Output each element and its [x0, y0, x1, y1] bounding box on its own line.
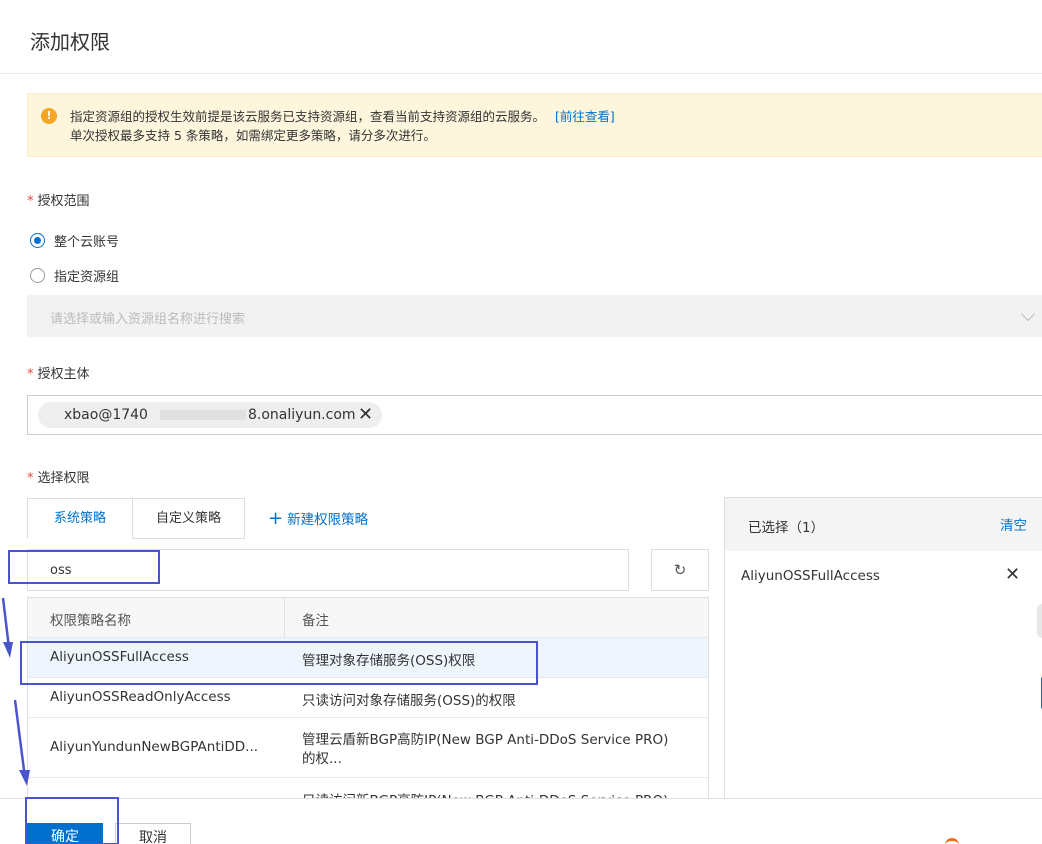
- principal-label-text: 授权主体: [37, 367, 90, 382]
- table-row[interactable]: AliyunOSSReadOnlyAccess 只读访问对象存储服务(OSS)的…: [28, 678, 708, 718]
- policy-note-cont: 的权...: [302, 751, 342, 767]
- view-link[interactable]: [前往查看]: [555, 109, 615, 124]
- page-title: 添加权限: [30, 30, 110, 54]
- select-placeholder: 请选择或输入资源组名称进行搜索: [50, 312, 246, 327]
- policy-note: 只读访问对象存储服务(OSS)的权限: [302, 693, 516, 709]
- tab-custom-policy[interactable]: 自定义策略: [132, 498, 245, 539]
- scope-label-text: 授权范围: [37, 194, 90, 209]
- resource-group-select[interactable]: 请选择或输入资源组名称进行搜索: [27, 295, 1042, 337]
- policy-note: 管理对象存储服务(OSS)权限: [302, 653, 476, 669]
- table-row[interactable]: AliyunOSSFullAccess 管理对象存储服务(OSS)权限: [28, 638, 708, 678]
- chevron-down-icon: [1020, 306, 1036, 322]
- permissions-label: * 选择权限: [27, 467, 90, 486]
- tab-system-policy[interactable]: 系统策略: [27, 498, 133, 539]
- principal-tag-suffix: 8.onaliyun.com: [248, 407, 356, 423]
- floating-handle[interactable]: [1037, 604, 1042, 638]
- principal-label: * 授权主体: [27, 363, 90, 382]
- table-row[interactable]: AliyunYundunNewBGPAntiDD... 管理云盾新BGP高防IP…: [28, 718, 708, 778]
- plus-icon: +: [268, 508, 284, 529]
- arrow-head: [3, 642, 13, 658]
- radio-resource-group[interactable]: 指定资源组: [30, 266, 120, 285]
- selected-item: AliyunOSSFullAccess: [741, 568, 880, 584]
- alert-line-1: 指定资源组的授权生效前提是该云服务已支持资源组，查看当前支持资源组的云服务。 […: [70, 106, 615, 125]
- required-mark: *: [27, 471, 34, 486]
- warning-icon: !: [41, 108, 57, 124]
- arrow-line: [1, 597, 11, 649]
- radio-checked-icon: [30, 232, 45, 248]
- policy-name: AliyunYundunNewBGPAntiDD...: [50, 739, 259, 755]
- radio-label: 指定资源组: [54, 269, 120, 285]
- permissions-label-text: 选择权限: [37, 471, 90, 486]
- alert-text-1: 指定资源组的授权生效前提是该云服务已支持资源组，查看当前支持资源组的云服务。: [70, 109, 546, 124]
- radio-whole-account[interactable]: 整个云账号: [30, 231, 120, 250]
- info-alert: ! 指定资源组的授权生效前提是该云服务已支持资源组，查看当前支持资源组的云服务。…: [27, 93, 1042, 157]
- policy-note: 管理云盾新BGP高防IP(New BGP Anti-DDoS Service P…: [302, 732, 669, 748]
- arrow-head: [19, 770, 30, 786]
- principal-tag: xbao@1740 8.onaliyun.com ✕: [38, 402, 382, 428]
- policy-search-input[interactable]: oss: [27, 549, 629, 591]
- new-policy-label: 新建权限策略: [287, 512, 369, 528]
- principal-tag-prefix: xbao@1740: [64, 407, 148, 423]
- close-icon[interactable]: ✕: [358, 404, 373, 425]
- column-header-note: 备注: [302, 613, 329, 629]
- scope-label: * 授权范围: [27, 190, 90, 209]
- selected-panel: 已选择（1） 清空 AliyunOSSFullAccess ✕: [724, 497, 1042, 800]
- table-row[interactable]: 只读访问新BGP高防IP(New BGP Anti-DDoS Service P…: [28, 778, 708, 798]
- column-divider: [284, 598, 285, 638]
- cancel-button[interactable]: 取消: [115, 823, 191, 844]
- principal-input[interactable]: xbao@1740 8.onaliyun.com ✕: [27, 395, 1042, 435]
- search-value: oss: [50, 563, 72, 578]
- policy-name: AliyunOSSFullAccess: [50, 649, 189, 665]
- policy-table: 权限策略名称 备注 AliyunOSSFullAccess 管理对象存储服务(O…: [27, 597, 709, 799]
- radio-unchecked-icon: [30, 267, 45, 283]
- new-policy-link[interactable]: + 新建权限策略: [268, 508, 368, 529]
- refresh-button[interactable]: ↻: [651, 549, 709, 591]
- alert-line-2: 单次授权最多支持 5 条策略，如需绑定更多策略，请分多次进行。: [70, 128, 436, 143]
- required-mark: *: [27, 367, 34, 382]
- column-header-name: 权限策略名称: [50, 613, 131, 629]
- refresh-icon: ↻: [673, 561, 687, 579]
- policy-name: AliyunOSSReadOnlyAccess: [50, 689, 231, 705]
- close-icon[interactable]: ✕: [1005, 564, 1020, 585]
- required-mark: *: [27, 194, 34, 209]
- radio-label: 整个云账号: [54, 234, 120, 250]
- confirm-button[interactable]: 确定: [27, 823, 103, 844]
- dialog-header: 添加权限: [0, 0, 1042, 74]
- selected-count: 已选择（1）: [748, 520, 825, 536]
- clear-button[interactable]: 清空: [1000, 514, 1027, 534]
- selected-panel-header: 已选择（1） 清空: [725, 498, 1042, 551]
- table-header: 权限策略名称 备注: [28, 598, 708, 638]
- redacted-mask: [160, 410, 246, 420]
- annotation-arrows: [1, 597, 30, 786]
- arrow-line: [13, 699, 27, 779]
